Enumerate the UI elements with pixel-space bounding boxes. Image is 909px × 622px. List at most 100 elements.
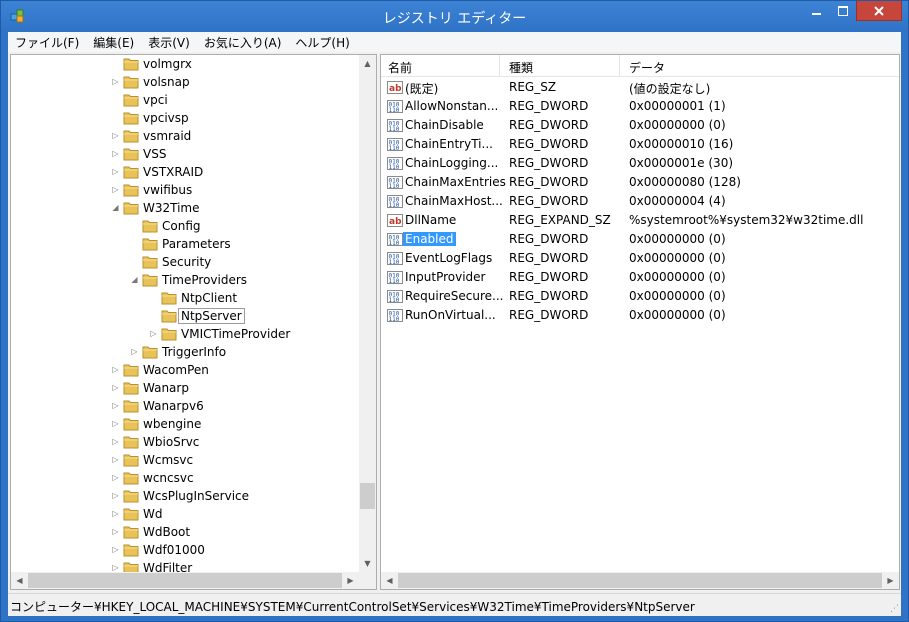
expand-arrow-icon[interactable]: ▷ <box>111 527 120 536</box>
tree-vertical-scrollbar[interactable]: ▲ ▼ <box>359 55 376 572</box>
tree-item[interactable]: ▷ WdFilter <box>11 559 359 572</box>
value-row[interactable]: 010 110 RunOnVirtual... REG_DWORD 0x00000000… <box>381 306 899 325</box>
expand-arrow-icon[interactable]: ▷ <box>111 545 120 554</box>
menu-favorites[interactable]: お気に入り(A) <box>197 34 289 51</box>
column-header-type[interactable]: 種類 <box>509 59 533 76</box>
tree-item[interactable]: ▷ wbengine <box>11 415 359 433</box>
tree-item[interactable]: Security <box>11 253 359 271</box>
tree-item[interactable]: vpcivsp <box>11 109 359 127</box>
scroll-right-icon[interactable]: ▶ <box>882 572 899 589</box>
scroll-up-icon[interactable]: ▲ <box>359 55 376 72</box>
folder-icon <box>123 129 139 143</box>
scroll-left-icon[interactable]: ◀ <box>381 572 398 589</box>
tree-item[interactable]: ▷ VMICTimeProvider <box>11 325 359 343</box>
value-name: ChainDisable <box>405 118 484 132</box>
tree-item[interactable]: ▷ WcsPlugInService <box>11 487 359 505</box>
list-horizontal-scroll-thumb[interactable] <box>398 573 882 588</box>
tree-item[interactable]: ▷ Wanarp <box>11 379 359 397</box>
expand-arrow-icon[interactable]: ▷ <box>130 347 139 356</box>
tree-item-label: TriggerInfo <box>162 345 227 359</box>
folder-icon <box>123 363 139 377</box>
expand-arrow-icon[interactable]: ▷ <box>111 563 120 572</box>
tree-item[interactable]: NtpClient <box>11 289 359 307</box>
expand-arrow-icon[interactable]: ▷ <box>111 383 120 392</box>
value-row[interactable]: 010 110 RequireSecure... REG_DWORD 0x0000000… <box>381 287 899 306</box>
tree-item[interactable]: ▷ Wcmsvc <box>11 451 359 469</box>
tree-item[interactable]: ▷ VSTXRAID <box>11 163 359 181</box>
tree-item[interactable]: ▷ Wdf01000 <box>11 541 359 559</box>
expand-arrow-icon[interactable]: ▷ <box>111 455 120 464</box>
expand-arrow-icon[interactable]: ▷ <box>111 77 120 86</box>
tree-horizontal-scrollbar[interactable]: ◀ ▶ <box>11 572 359 589</box>
expand-arrow-icon[interactable]: ▷ <box>111 167 120 176</box>
value-row[interactable]: 010 110 ChainDisable REG_DWORD 0x00000000 (0… <box>381 116 899 135</box>
column-header-data[interactable]: データ <box>629 59 665 76</box>
scroll-down-icon[interactable]: ▼ <box>359 555 376 572</box>
menu-edit[interactable]: 編集(E) <box>86 34 141 51</box>
value-row[interactable]: 010 110 ChainEntryTi... REG_DWORD 0x00000010… <box>381 135 899 154</box>
key-tree: volmgrx ▷ volsnap vpci vpcivsp ▷ vsmraid ▷ VSS ▷ V… <box>11 55 359 572</box>
value-row[interactable]: 010 110 EventLogFlags REG_DWORD 0x00000000 (… <box>381 249 899 268</box>
expand-arrow-icon[interactable]: ▷ <box>111 401 120 410</box>
tree-item[interactable]: Parameters <box>11 235 359 253</box>
minimize-button[interactable] <box>804 1 830 21</box>
expand-arrow-icon[interactable]: ▷ <box>111 365 120 374</box>
scroll-right-icon[interactable]: ▶ <box>342 572 359 589</box>
tree-item[interactable]: ▷ VSS <box>11 145 359 163</box>
tree-item[interactable]: ▷ WdBoot <box>11 523 359 541</box>
expand-arrow-icon[interactable]: ▷ <box>111 473 120 482</box>
expand-arrow-icon[interactable]: ▷ <box>111 437 120 446</box>
tree-item[interactable]: ▷ Wd <box>11 505 359 523</box>
expand-arrow-icon[interactable]: ▷ <box>111 419 120 428</box>
tree-vertical-scroll-thumb[interactable] <box>360 483 375 509</box>
tree-item[interactable]: ▷ WacomPen <box>11 361 359 379</box>
tree-item[interactable]: ◢ TimeProviders <box>11 271 359 289</box>
tree-item[interactable]: ▷ Wanarpv6 <box>11 397 359 415</box>
list-horizontal-scrollbar[interactable]: ◀ ▶ <box>381 572 899 589</box>
expand-arrow-icon[interactable]: ▷ <box>111 131 120 140</box>
value-row[interactable]: ab (既定) REG_SZ (値の設定なし) <box>381 78 899 97</box>
value-row[interactable]: 010 110 ChainLogging... REG_DWORD 0x0000001e… <box>381 154 899 173</box>
value-row[interactable]: 010 110 Enabled REG_DWORD 0x00000000 (0) <box>381 230 899 249</box>
svg-text:110: 110 <box>389 107 400 114</box>
value-row[interactable]: ab DllName REG_EXPAND_SZ %systemroot%¥syste… <box>381 211 899 230</box>
expand-arrow-icon[interactable]: ▷ <box>149 329 158 338</box>
tree-item[interactable]: ▷ vsmraid <box>11 127 359 145</box>
title-bar[interactable]: レジストリ エディター <box>1 1 908 31</box>
tree-item[interactable]: ◢ W32Time <box>11 199 359 217</box>
expand-arrow-icon[interactable]: ▷ <box>111 185 120 194</box>
resize-grip-icon[interactable]: ⋰ <box>890 604 899 614</box>
tree-item[interactable]: ▷ wcncsvc <box>11 469 359 487</box>
value-list-pane[interactable]: 名前 種類 データ ab (既定) REG_SZ (値の設定なし) 010 110 Allo… <box>380 54 900 590</box>
key-tree-pane[interactable]: volmgrx ▷ volsnap vpci vpcivsp ▷ vsmraid ▷ VSS ▷ V… <box>10 54 377 590</box>
tree-item[interactable]: ▷ TriggerInfo <box>11 343 359 361</box>
menu-view[interactable]: 表示(V) <box>141 34 197 51</box>
tree-item[interactable]: Config <box>11 217 359 235</box>
value-row[interactable]: 010 110 ChainMaxEntries REG_DWORD 0x00000080… <box>381 173 899 192</box>
collapse-arrow-icon[interactable]: ◢ <box>111 203 120 212</box>
tree-item-label: VSTXRAID <box>143 165 204 179</box>
column-divider[interactable] <box>619 55 620 76</box>
tree-item[interactable]: volmgrx <box>11 55 359 73</box>
tree-item[interactable]: ▷ volsnap <box>11 73 359 91</box>
tree-item[interactable]: ▷ vwifibus <box>11 181 359 199</box>
expand-arrow-icon[interactable]: ▷ <box>111 491 120 500</box>
tree-item[interactable]: NtpServer <box>11 307 359 325</box>
tree-horizontal-scroll-thumb[interactable] <box>28 573 342 588</box>
column-header-name[interactable]: 名前 <box>388 59 412 76</box>
expand-arrow-icon[interactable]: ▷ <box>111 509 120 518</box>
value-row[interactable]: 010 110 AllowNonstan... REG_DWORD 0x00000001… <box>381 97 899 116</box>
close-button[interactable] <box>856 1 902 21</box>
value-row[interactable]: 010 110 InputProvider REG_DWORD 0x00000000 (… <box>381 268 899 287</box>
collapse-arrow-icon[interactable]: ◢ <box>130 275 139 284</box>
maximize-button[interactable] <box>830 1 856 21</box>
value-row[interactable]: 010 110 ChainMaxHost... REG_DWORD 0x00000004… <box>381 192 899 211</box>
column-divider[interactable] <box>499 55 500 76</box>
menu-file[interactable]: ファイル(F) <box>8 34 86 51</box>
expand-arrow-icon[interactable]: ▷ <box>111 149 120 158</box>
scroll-left-icon[interactable]: ◀ <box>11 572 28 589</box>
menu-help[interactable]: ヘルプ(H) <box>288 34 356 51</box>
tree-item[interactable]: ▷ WbioSrvc <box>11 433 359 451</box>
tree-item[interactable]: vpci <box>11 91 359 109</box>
value-name: RunOnVirtual... <box>405 308 496 322</box>
